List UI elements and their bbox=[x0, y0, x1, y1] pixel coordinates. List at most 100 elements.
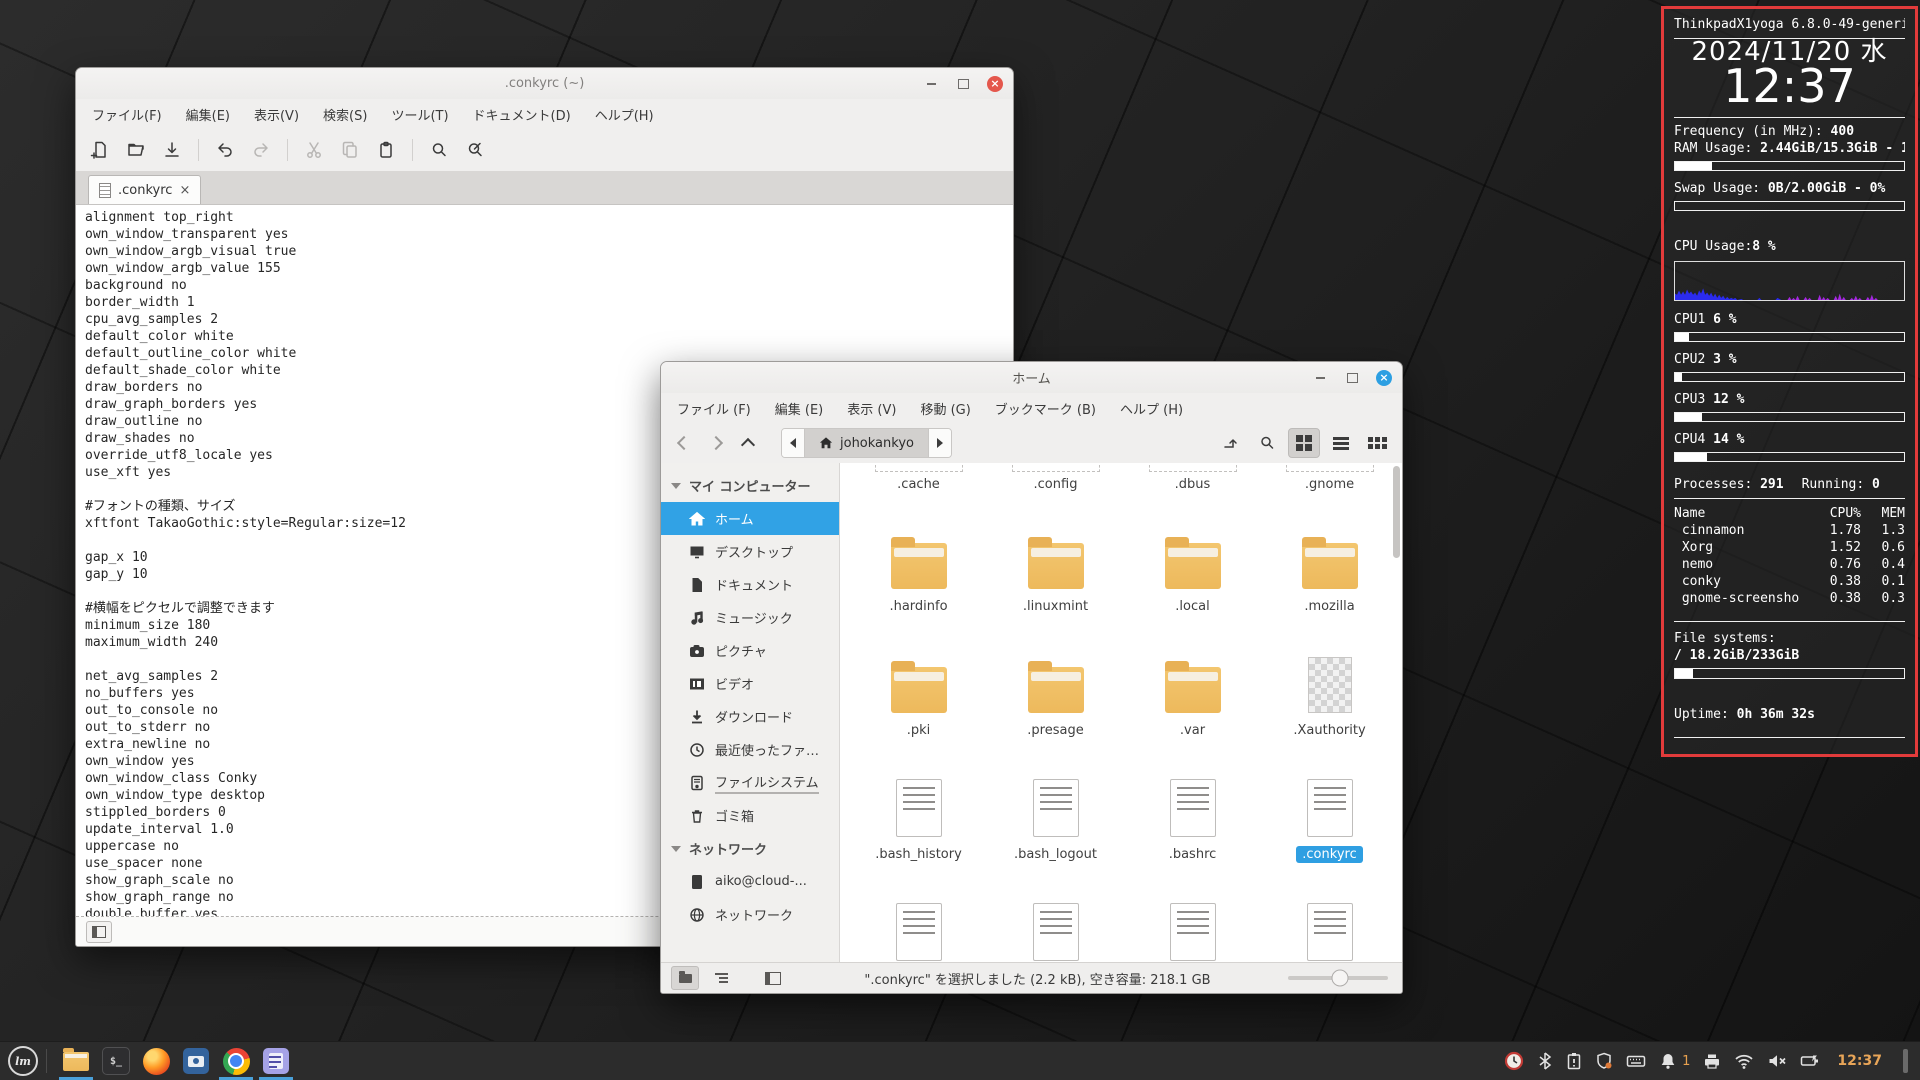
copy-icon[interactable] bbox=[336, 136, 364, 164]
minimize-button[interactable] bbox=[923, 76, 939, 92]
files-app-button[interactable] bbox=[61, 1046, 91, 1076]
breadcrumb-left-icon[interactable] bbox=[782, 429, 804, 457]
chrome-app-button[interactable] bbox=[221, 1046, 251, 1076]
bluetooth-icon[interactable] bbox=[1537, 1052, 1553, 1070]
file-item[interactable]: .var bbox=[1124, 651, 1261, 739]
close-button[interactable]: × bbox=[987, 76, 1003, 92]
file-item[interactable]: .linuxmint bbox=[987, 527, 1124, 615]
sidebar-section-network[interactable]: ネットワーク bbox=[661, 832, 839, 865]
sidebar-item-recent[interactable]: 最近使ったファ… bbox=[661, 733, 839, 766]
zoom-slider-handle[interactable] bbox=[1332, 970, 1349, 987]
breadcrumb-current[interactable]: johokankyo bbox=[804, 429, 929, 457]
cut-icon[interactable] bbox=[300, 136, 328, 164]
terminal-app-button[interactable]: $_ bbox=[101, 1046, 131, 1076]
sidebar-item-documents[interactable]: ドキュメント bbox=[661, 568, 839, 601]
sidebar-item-downloads[interactable]: ダウンロード bbox=[661, 700, 839, 733]
vertical-scrollbar[interactable] bbox=[1393, 466, 1400, 558]
menu-item[interactable]: 編集(E) bbox=[186, 105, 230, 124]
paste-icon[interactable] bbox=[372, 136, 400, 164]
search-icon[interactable] bbox=[1252, 429, 1282, 457]
menu-item[interactable]: ツール(T) bbox=[391, 105, 448, 124]
mint-menu-button[interactable]: lm bbox=[0, 1042, 46, 1080]
up-button[interactable] bbox=[735, 430, 761, 456]
keyboard-icon[interactable] bbox=[1626, 1052, 1646, 1070]
sidebar-item-videos[interactable]: ビデオ bbox=[661, 667, 839, 700]
save-icon[interactable] bbox=[158, 136, 186, 164]
forward-button[interactable] bbox=[703, 430, 729, 456]
tab-close-icon[interactable]: × bbox=[179, 183, 190, 198]
file-item[interactable]: .pki bbox=[850, 651, 987, 739]
show-desktop-strip[interactable] bbox=[1903, 1049, 1908, 1073]
menu-item[interactable]: 表示 (V) bbox=[847, 399, 896, 418]
toggle-location-bar-icon[interactable] bbox=[1216, 429, 1246, 457]
text-editor-app-button[interactable] bbox=[261, 1046, 291, 1076]
file-item[interactable]: .Xauthority bbox=[1261, 651, 1398, 739]
menu-item[interactable]: 表示(V) bbox=[254, 105, 299, 124]
file-item[interactable]: .bash_history bbox=[850, 775, 987, 863]
file-item[interactable]: .bashrc bbox=[1124, 775, 1261, 863]
file-item[interactable]: .cache bbox=[850, 465, 987, 493]
battery-icon[interactable] bbox=[1800, 1052, 1820, 1070]
new-document-icon[interactable] bbox=[86, 136, 114, 164]
back-button[interactable] bbox=[671, 430, 697, 456]
screenshot-app-button[interactable] bbox=[181, 1046, 211, 1076]
zoom-slider[interactable] bbox=[1288, 963, 1388, 993]
sidebar-item-desktop[interactable]: デスクトップ bbox=[661, 535, 839, 568]
sidebar-item-home[interactable]: ホーム bbox=[661, 502, 839, 535]
undo-icon[interactable] bbox=[211, 136, 239, 164]
menu-item[interactable]: ヘルプ (H) bbox=[1120, 399, 1183, 418]
file-item[interactable] bbox=[1124, 899, 1261, 962]
file-item[interactable]: .dbus bbox=[1124, 465, 1261, 493]
menu-item[interactable]: 移動 (G) bbox=[920, 399, 970, 418]
list-view-button[interactable] bbox=[1326, 429, 1356, 457]
minimize-button[interactable] bbox=[1312, 370, 1328, 386]
treeview-toggle-button[interactable] bbox=[707, 966, 735, 990]
menu-item[interactable]: 検索(S) bbox=[323, 105, 367, 124]
menu-item[interactable]: 編集 (E) bbox=[775, 399, 824, 418]
editor-titlebar[interactable]: .conkyrc (~) × bbox=[76, 68, 1013, 99]
sidebar-toggle-button[interactable] bbox=[759, 966, 787, 990]
file-item[interactable]: .bash_logout bbox=[987, 775, 1124, 863]
file-item[interactable]: .conkyrc bbox=[1261, 775, 1398, 863]
sidebar-item-remote-server[interactable]: aiko@cloud-... bbox=[661, 865, 839, 898]
menu-item[interactable]: ヘルプ(H) bbox=[595, 105, 654, 124]
sidebar-item-filesystem[interactable]: ファイルシステム bbox=[661, 766, 839, 799]
maximize-button[interactable] bbox=[1344, 370, 1360, 386]
compact-view-button[interactable] bbox=[1362, 429, 1392, 457]
replace-icon[interactable] bbox=[461, 136, 489, 164]
file-grid[interactable]: .cache .config .dbus bbox=[840, 463, 1402, 962]
tab-conkyrc[interactable]: .conkyrc × bbox=[88, 175, 201, 204]
menu-item[interactable]: ドキュメント(D) bbox=[473, 105, 571, 124]
clipboard-icon[interactable] bbox=[1566, 1052, 1582, 1070]
file-manager-titlebar[interactable]: ホーム × bbox=[661, 362, 1402, 393]
open-icon[interactable] bbox=[122, 136, 150, 164]
breadcrumb-right-icon[interactable] bbox=[929, 429, 951, 457]
taskbar-clock[interactable]: 12:37 bbox=[1837, 1053, 1882, 1069]
menu-item[interactable]: ブックマーク (B) bbox=[995, 399, 1096, 418]
volume-muted-icon[interactable] bbox=[1767, 1052, 1787, 1070]
maximize-button[interactable] bbox=[955, 76, 971, 92]
file-item[interactable]: .mozilla bbox=[1261, 527, 1398, 615]
shield-icon[interactable] bbox=[1595, 1052, 1613, 1070]
file-item[interactable]: .gnome bbox=[1261, 465, 1398, 493]
file-item[interactable]: .local bbox=[1124, 527, 1261, 615]
file-item[interactable] bbox=[1261, 899, 1398, 962]
menu-item[interactable]: ファイル(F) bbox=[92, 105, 162, 124]
bottom-panel-toggle-button[interactable] bbox=[86, 921, 112, 943]
file-item[interactable] bbox=[850, 899, 987, 962]
file-item[interactable]: .presage bbox=[987, 651, 1124, 739]
places-toggle-button[interactable] bbox=[671, 966, 699, 990]
menu-item[interactable]: ファイル (F) bbox=[677, 399, 751, 418]
file-item[interactable]: .config bbox=[987, 465, 1124, 493]
sidebar-section-computer[interactable]: マイ コンピューター bbox=[661, 469, 839, 502]
sidebar-item-pictures[interactable]: ピクチャ bbox=[661, 634, 839, 667]
sidebar-item-trash[interactable]: ゴミ箱 bbox=[661, 799, 839, 832]
redo-icon[interactable] bbox=[247, 136, 275, 164]
grid-view-button[interactable] bbox=[1288, 428, 1320, 458]
timer-icon[interactable] bbox=[1504, 1051, 1524, 1071]
file-item[interactable] bbox=[987, 899, 1124, 962]
close-button[interactable]: × bbox=[1376, 370, 1392, 386]
sidebar-item-music[interactable]: ミュージック bbox=[661, 601, 839, 634]
notification-bell-icon[interactable] bbox=[1659, 1052, 1677, 1070]
wifi-icon[interactable] bbox=[1734, 1052, 1754, 1070]
